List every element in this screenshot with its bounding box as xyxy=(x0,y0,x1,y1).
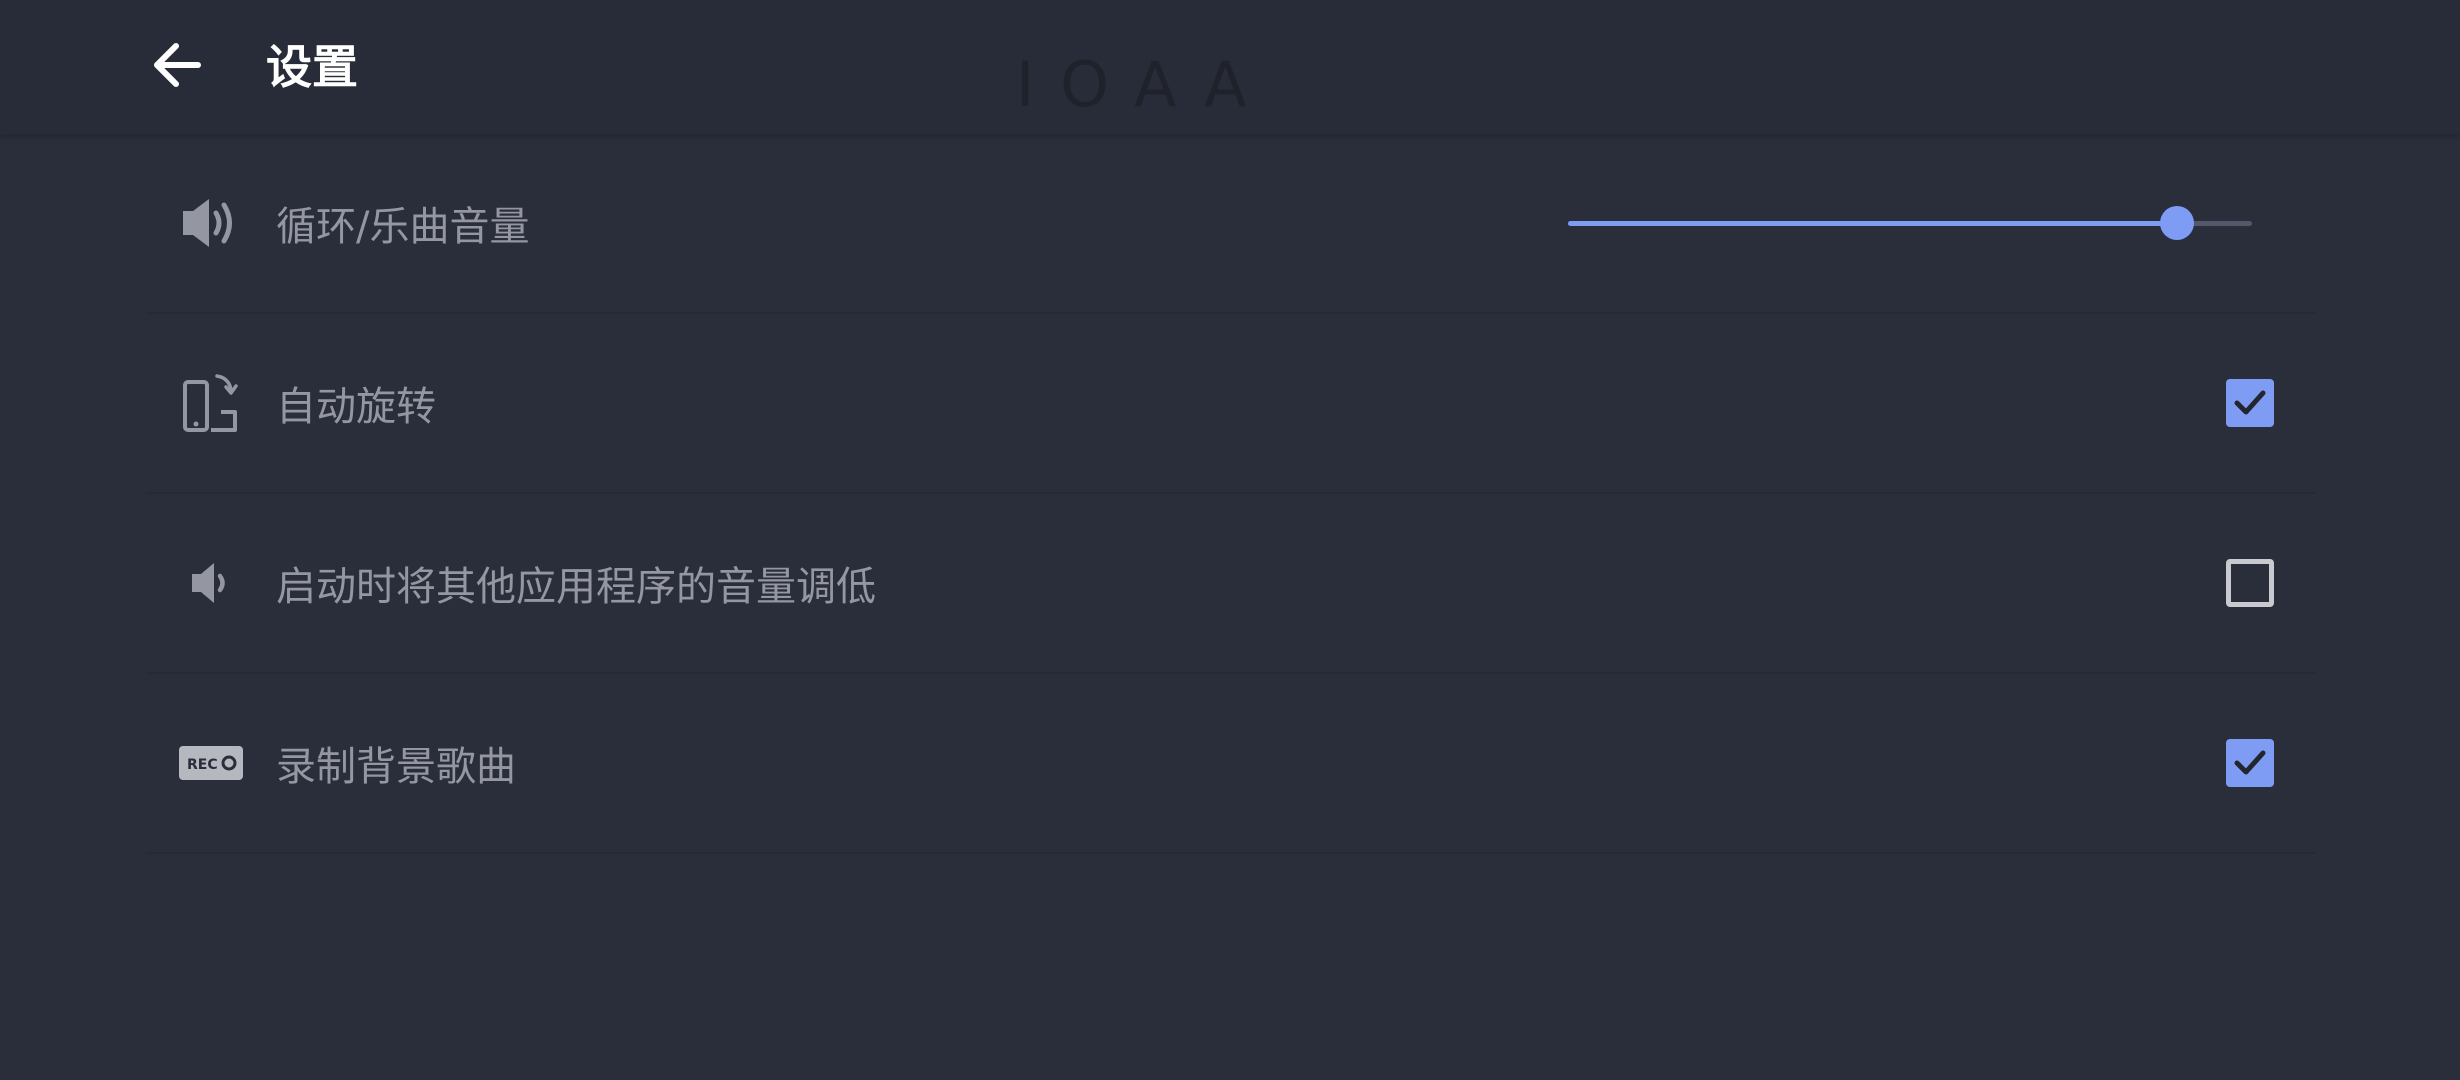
record-background-music-checkbox[interactable] xyxy=(2226,739,2274,787)
rec-icon: REC xyxy=(176,728,246,798)
back-button[interactable] xyxy=(140,30,214,104)
auto-rotate-checkbox[interactable] xyxy=(2226,379,2274,427)
slider-fill xyxy=(1568,221,2177,226)
settings-screen: 设置 IOAA 循环/乐曲音量 自动旋转 启动时将其他应用程序的音量调低 REC… xyxy=(0,0,2460,1080)
setting-row-lower-other-apps-volume: 启动时将其他应用程序的音量调低 xyxy=(146,494,2316,674)
app-bar: 设置 IOAA xyxy=(0,0,2460,135)
setting-row-auto-rotate: 自动旋转 xyxy=(146,314,2316,494)
setting-label: 自动旋转 xyxy=(276,384,436,430)
speaker-low-icon xyxy=(176,548,246,618)
setting-label: 录制背景歌曲 xyxy=(276,744,516,790)
arrow-left-icon xyxy=(152,42,202,92)
setting-label: 启动时将其他应用程序的音量调低 xyxy=(276,564,876,610)
slider-thumb[interactable] xyxy=(2159,206,2194,240)
speaker-loud-icon xyxy=(176,188,246,258)
setting-label: 循环/乐曲音量 xyxy=(276,204,530,250)
screen-rotation-icon xyxy=(176,368,246,438)
setting-row-loop-music-volume: 循环/乐曲音量 xyxy=(146,134,2316,314)
settings-list: 循环/乐曲音量 自动旋转 启动时将其他应用程序的音量调低 REC 录制背景歌曲 xyxy=(146,134,2316,854)
volume-slider[interactable] xyxy=(1568,201,2252,245)
svg-text:REC: REC xyxy=(187,757,218,773)
brand-watermark: IOAA xyxy=(1016,48,1273,121)
setting-row-record-background-music: REC 录制背景歌曲 xyxy=(146,674,2316,854)
page-title: 设置 xyxy=(266,40,358,94)
lower-other-apps-volume-checkbox[interactable] xyxy=(2226,559,2274,607)
